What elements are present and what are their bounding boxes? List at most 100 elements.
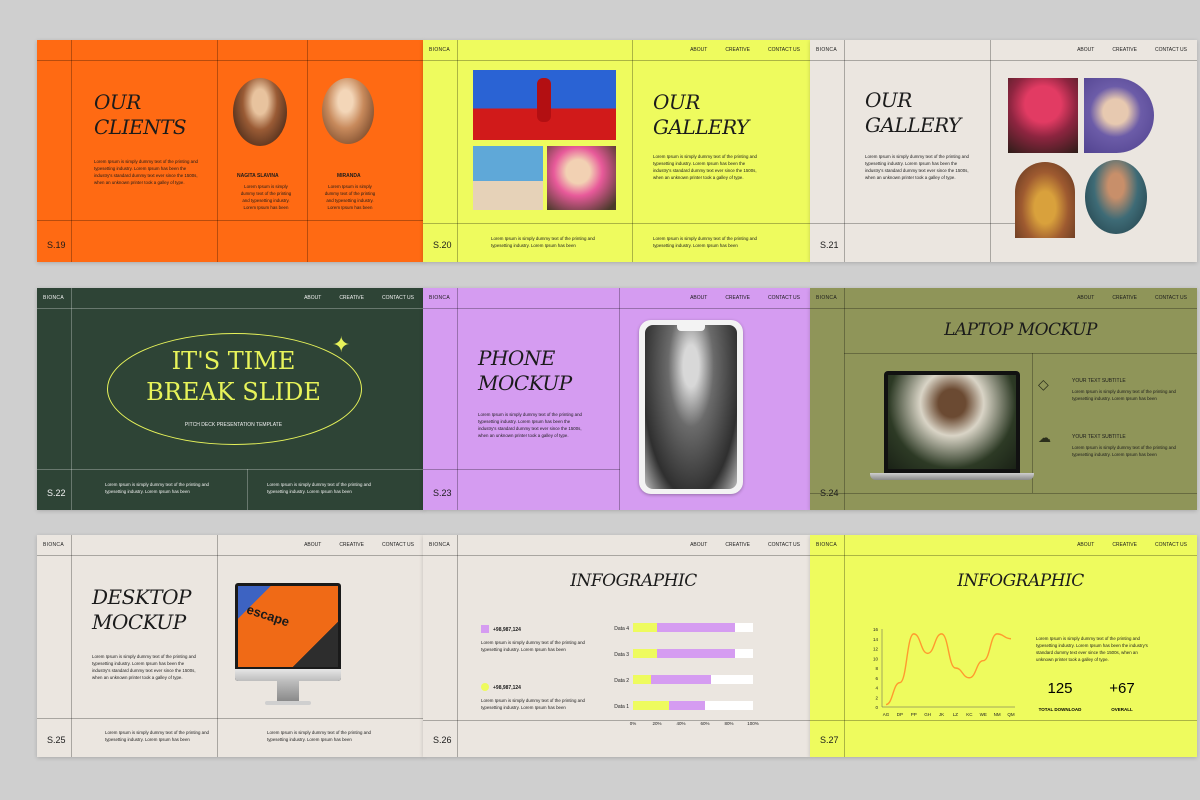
divider xyxy=(810,555,1197,556)
bar-category-label: Data 2 xyxy=(614,678,629,684)
slide-number: S.20 xyxy=(433,240,452,250)
bar-segment xyxy=(633,701,669,710)
bar-segment xyxy=(633,623,657,632)
nav-contact[interactable]: CONTACT US xyxy=(1155,47,1187,53)
bar-category-label: Data 4 xyxy=(614,626,629,632)
x-tick-label: AG xyxy=(883,712,890,717)
footer-text: Lorem Ipsum is simply dummy text of the … xyxy=(653,236,757,248)
divider xyxy=(71,288,72,510)
slide-title: PHONE MOCKUP xyxy=(478,346,572,395)
bar-segment xyxy=(711,675,753,684)
series-line xyxy=(885,633,1012,706)
top-nav: ABOUT CREATIVE CONTACT US xyxy=(690,295,800,301)
footer-text: Lorem Ipsum is simply dummy text of the … xyxy=(105,482,209,494)
slide-title: OUR GALLERY xyxy=(653,90,749,139)
footer-text: Lorem Ipsum is simply dummy text of the … xyxy=(491,236,595,248)
nav-about[interactable]: ABOUT xyxy=(304,542,321,548)
monitor-stand xyxy=(277,681,299,701)
slide-19[interactable]: OUR CLIENTS Lorem Ipsum is simply dummy … xyxy=(37,40,424,262)
slide-26[interactable]: BIONCA ABOUT CREATIVE CONTACT US INFOGRA… xyxy=(423,535,810,757)
gallery-photo xyxy=(473,70,616,140)
x-tick-label: 80% xyxy=(724,721,733,726)
brand-label: BIONCA xyxy=(429,542,450,548)
nav-creative[interactable]: CREATIVE xyxy=(725,542,750,548)
nav-creative[interactable]: CREATIVE xyxy=(1112,542,1137,548)
phone-mockup xyxy=(639,320,743,494)
x-tick-label: QM xyxy=(1007,712,1015,717)
nav-about[interactable]: ABOUT xyxy=(690,542,707,548)
divider xyxy=(457,40,458,262)
slide-title: OUR GALLERY xyxy=(865,88,961,137)
feature-text: Lorem Ipsum is simply dummy text of the … xyxy=(1072,445,1176,457)
nav-creative[interactable]: CREATIVE xyxy=(725,295,750,301)
slide-21[interactable]: BIONCA ABOUT CREATIVE CONTACT US OUR GAL… xyxy=(810,40,1197,262)
desktop-screen-photo: escape xyxy=(238,586,338,667)
nav-about[interactable]: ABOUT xyxy=(690,295,707,301)
x-tick-label: 20% xyxy=(652,721,661,726)
divider xyxy=(71,535,72,757)
brand-label: BIONCA xyxy=(429,47,450,53)
bar-category-label: Data 1 xyxy=(614,704,629,710)
bar-segment xyxy=(651,675,711,684)
divider xyxy=(423,60,810,61)
nav-about[interactable]: ABOUT xyxy=(1077,47,1094,53)
slide-22[interactable]: BIONCA ABOUT CREATIVE CONTACT US ✦ IT'S … xyxy=(37,288,424,510)
body-text: Lorem Ipsum is simply dummy text of the … xyxy=(92,654,196,680)
slide-title: LAPTOP MOCKUP xyxy=(944,320,1097,340)
nav-contact[interactable]: CONTACT US xyxy=(768,295,800,301)
divider xyxy=(217,535,218,757)
nav-creative[interactable]: CREATIVE xyxy=(1112,295,1137,301)
brand-label: BIONCA xyxy=(816,295,837,301)
slide-25[interactable]: BIONCA ABOUT CREATIVE CONTACT US DESKTOP… xyxy=(37,535,424,757)
nav-about[interactable]: ABOUT xyxy=(1077,295,1094,301)
slide-24[interactable]: BIONCA ABOUT CREATIVE CONTACT US LAPTOP … xyxy=(810,288,1197,510)
bar-segment xyxy=(633,649,657,658)
divider xyxy=(810,60,1197,61)
footer-text: Lorem Ipsum is simply dummy text of the … xyxy=(267,482,371,494)
laptop-mockup xyxy=(884,371,1020,473)
stat-value: +98,987,124 xyxy=(493,685,521,691)
top-nav: ABOUT CREATIVE CONTACT US xyxy=(690,542,800,548)
y-tick-label: 14 xyxy=(873,637,879,642)
nav-about[interactable]: ABOUT xyxy=(304,295,321,301)
gallery-photo xyxy=(1008,78,1078,153)
divider xyxy=(247,469,248,510)
nav-creative[interactable]: CREATIVE xyxy=(339,542,364,548)
bar-segment xyxy=(735,623,753,632)
divider xyxy=(37,555,424,556)
diamond-icon: ◇ xyxy=(1038,376,1049,392)
slide-number: S.26 xyxy=(433,735,452,745)
divider xyxy=(217,40,218,262)
bar-segment xyxy=(657,649,735,658)
nav-creative[interactable]: CREATIVE xyxy=(339,295,364,301)
divider xyxy=(37,718,424,719)
brand-label: BIONCA xyxy=(816,47,837,53)
nav-creative[interactable]: CREATIVE xyxy=(1112,47,1137,53)
nav-contact[interactable]: CONTACT US xyxy=(768,47,800,53)
nav-contact[interactable]: CONTACT US xyxy=(768,542,800,548)
slide-subtitle: PITCH DECK PRESENTATION TEMPLATE xyxy=(184,422,283,428)
slide-20[interactable]: BIONCA ABOUT CREATIVE CONTACT US OUR GAL… xyxy=(423,40,810,262)
divider xyxy=(37,220,424,221)
laptop-base xyxy=(870,473,1034,480)
nav-creative[interactable]: CREATIVE xyxy=(725,47,750,53)
slide-27[interactable]: BIONCA ABOUT CREATIVE CONTACT US INFOGRA… xyxy=(810,535,1197,757)
nav-contact[interactable]: CONTACT US xyxy=(1155,542,1187,548)
nav-contact[interactable]: CONTACT US xyxy=(382,542,414,548)
client-portrait-photo xyxy=(322,78,374,144)
x-tick-label: GH xyxy=(924,712,931,717)
nav-contact[interactable]: CONTACT US xyxy=(382,295,414,301)
divider xyxy=(423,308,810,309)
nav-about[interactable]: ABOUT xyxy=(1077,542,1094,548)
nav-about[interactable]: ABOUT xyxy=(690,47,707,53)
footer-text: Lorem Ipsum is simply dummy text of the … xyxy=(267,730,371,742)
divider xyxy=(457,288,458,510)
kpi-value: 125 xyxy=(1047,680,1073,697)
x-tick-label: LZ xyxy=(953,712,959,717)
nav-contact[interactable]: CONTACT US xyxy=(1155,295,1187,301)
gallery-photo xyxy=(1084,78,1154,153)
brand-label: BIONCA xyxy=(816,542,837,548)
slide-title: INFOGRAPHIC xyxy=(570,571,697,591)
slide-23[interactable]: BIONCA ABOUT CREATIVE CONTACT US PHONE M… xyxy=(423,288,810,510)
x-tick-label: DP xyxy=(897,712,903,717)
